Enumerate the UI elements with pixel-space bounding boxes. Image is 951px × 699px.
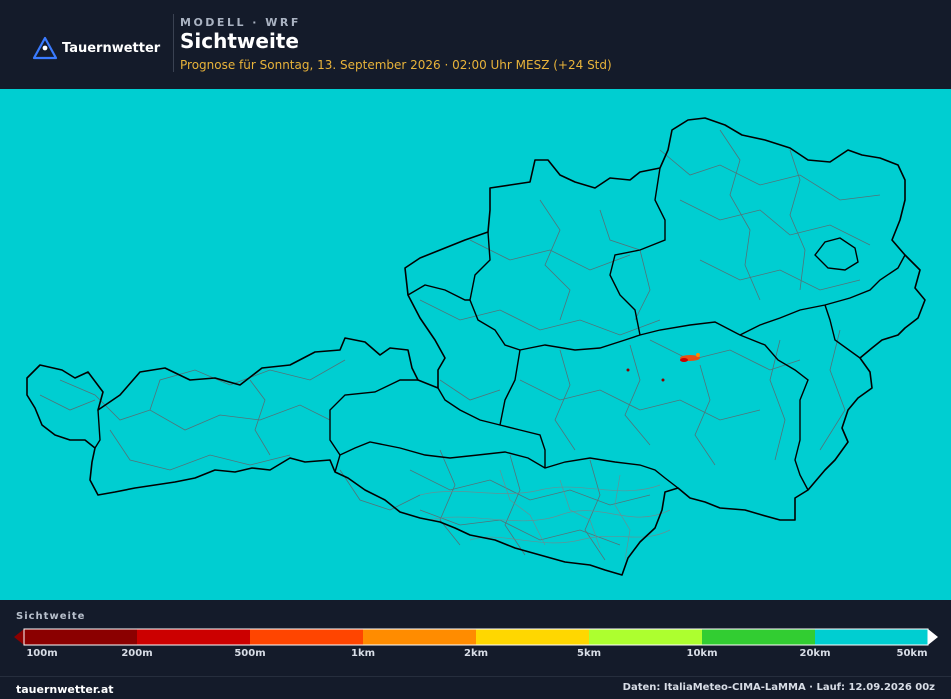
site-link[interactable]: tauernwetter.at bbox=[16, 683, 114, 696]
colorbar-segment bbox=[589, 629, 703, 645]
colorbar-segment bbox=[137, 629, 251, 645]
country-border bbox=[26, 117, 926, 576]
colorbar-segment bbox=[702, 629, 816, 645]
legend-tick-label: 200m bbox=[121, 648, 153, 659]
colorbar-segment bbox=[24, 629, 138, 645]
brand-logo[interactable]: Tauernwetter bbox=[32, 36, 160, 60]
colorbar-right-arrow bbox=[928, 629, 938, 645]
map-panel[interactable] bbox=[0, 89, 951, 600]
legend-tick-label: 5km bbox=[576, 648, 602, 659]
austria-map bbox=[26, 117, 926, 576]
colorbar-segment bbox=[250, 629, 364, 645]
footer: tauernwetter.at Daten: ItaliaMeteo-CIMA-… bbox=[0, 676, 951, 699]
colorbar bbox=[14, 628, 938, 646]
data-source: Daten: ItaliaMeteo-CIMA-LaMMA · Lauf: 12… bbox=[622, 682, 935, 693]
low-visibility-area bbox=[626, 353, 700, 382]
legend-tick-label: 1km bbox=[350, 648, 376, 659]
legend: Sichtweite 100m 200m 500m 1km 2km 5km 10km 20km… bbox=[0, 600, 951, 676]
mountain-icon bbox=[32, 36, 58, 60]
forecast-time: Prognose für Sonntag, 13. September 2026… bbox=[180, 58, 612, 72]
legend-tick-label: 10km bbox=[686, 648, 718, 659]
legend-tick-label: 100m bbox=[26, 648, 58, 659]
district-lines bbox=[39, 129, 881, 561]
colorbar-left-arrow bbox=[14, 629, 24, 645]
colorbar-segment bbox=[476, 629, 590, 645]
legend-title: Sichtweite bbox=[16, 611, 86, 622]
brand-name: Tauernwetter bbox=[62, 40, 161, 56]
header-divider bbox=[173, 14, 174, 72]
colorbar-segment bbox=[363, 629, 477, 645]
colorbar-segment bbox=[815, 629, 929, 645]
page-title: Sichtweite bbox=[180, 29, 299, 53]
legend-tick-label: 500m bbox=[234, 648, 266, 659]
legend-tick-label: 50km bbox=[896, 648, 928, 659]
legend-tick-label: 20km bbox=[799, 648, 831, 659]
state-borders bbox=[94, 167, 906, 491]
model-label: MODELL · WRF bbox=[180, 16, 301, 29]
legend-tick-label: 2km bbox=[463, 648, 489, 659]
header: Tauernwetter MODELL · WRF Sichtweite Pro… bbox=[0, 0, 951, 89]
terrain-lines bbox=[419, 469, 671, 561]
